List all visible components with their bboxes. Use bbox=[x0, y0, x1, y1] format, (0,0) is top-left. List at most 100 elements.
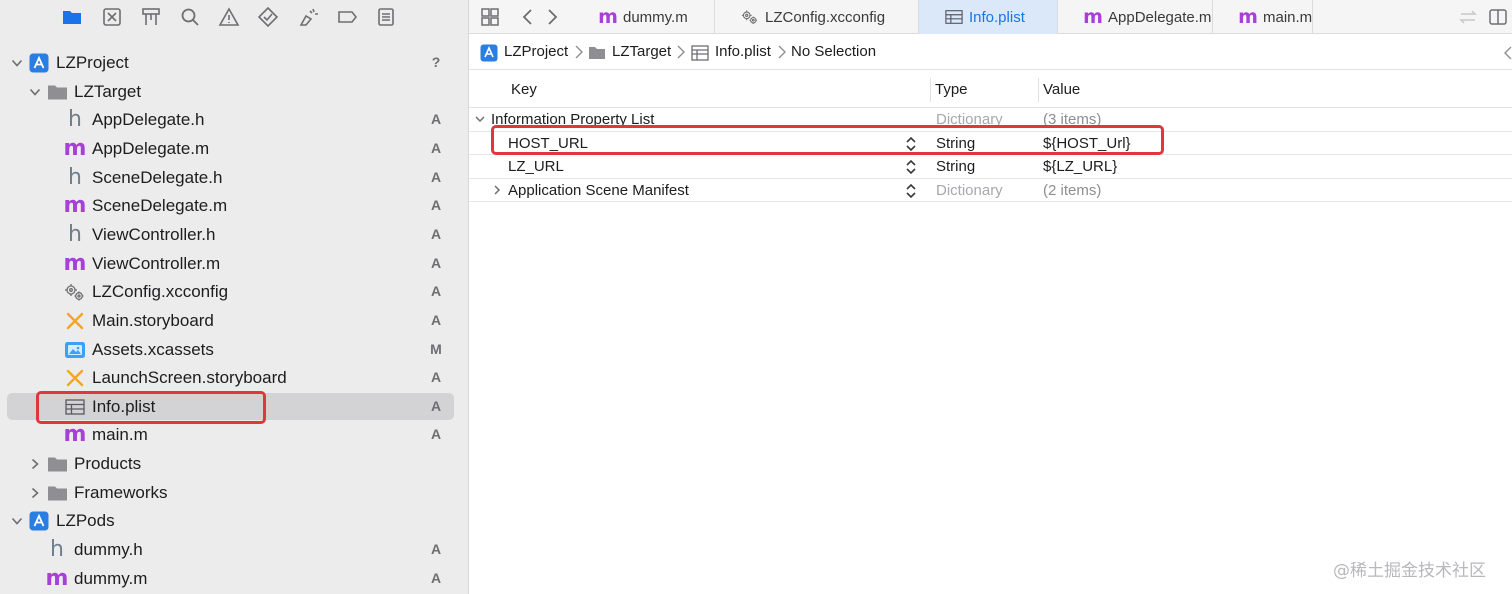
jump-bar: LZProject LZTarget Info.plist No Selecti… bbox=[469, 34, 1512, 70]
tree-item-label: LZTarget bbox=[74, 81, 142, 101]
report-icon[interactable] bbox=[375, 6, 397, 28]
column-value[interactable]: Value bbox=[1043, 81, 1080, 98]
xcode-window: LZProject? LZTarget h AppDelegate.h Am AppDel… bbox=[0, 0, 1512, 594]
tree-item-label: LZConfig.xcconfig bbox=[92, 282, 229, 302]
grid-icon[interactable] bbox=[479, 6, 501, 28]
watermark: @稀土掘金技术社区 bbox=[1333, 561, 1486, 581]
tree-item-main-storyboard[interactable]: Main.storyboard A bbox=[0, 306, 468, 335]
chevron-down-icon[interactable] bbox=[10, 514, 24, 528]
jumpbar-project[interactable]: LZProject bbox=[504, 42, 568, 62]
source-control-status: A bbox=[430, 197, 442, 214]
tree-item-lztarget[interactable]: LZTarget bbox=[0, 77, 468, 106]
plist-type[interactable]: String bbox=[936, 158, 975, 175]
forward-chevron-icon[interactable] bbox=[541, 6, 563, 28]
tree-item-label: dummy.m bbox=[74, 568, 148, 588]
search-icon[interactable] bbox=[179, 6, 201, 28]
storyboard-file-icon bbox=[64, 310, 86, 332]
source-control-status: A bbox=[430, 426, 442, 443]
folder-file-icon bbox=[46, 482, 68, 504]
column-divider[interactable] bbox=[1038, 78, 1039, 102]
tab-bar: m dummy.m LZConfig.xcconfig Info.plist m AppD… bbox=[469, 0, 1512, 34]
jumpbar-group[interactable]: LZTarget bbox=[612, 42, 671, 62]
editor-area: m dummy.m LZConfig.xcconfig Info.plist m AppD… bbox=[468, 0, 1512, 594]
tab-main-m[interactable]: m main.m bbox=[1213, 0, 1313, 34]
chevron-right-icon[interactable] bbox=[491, 184, 503, 196]
column-divider[interactable] bbox=[930, 78, 931, 102]
symbol-navigator-icon[interactable] bbox=[140, 6, 162, 28]
plist-type[interactable]: Dictionary bbox=[936, 182, 1003, 199]
chevron-left-icon[interactable] bbox=[1503, 45, 1512, 61]
split-arrows-icon[interactable] bbox=[1457, 6, 1479, 28]
back-chevron-icon[interactable] bbox=[517, 6, 539, 28]
source-control-status: A bbox=[430, 397, 442, 414]
column-type[interactable]: Type bbox=[935, 81, 968, 98]
tree-item-dummy-m[interactable]: m dummy.m A bbox=[0, 564, 468, 593]
debug-spray-icon[interactable] bbox=[297, 6, 319, 28]
chevron-down-icon[interactable] bbox=[28, 85, 42, 99]
chevron-down-icon[interactable] bbox=[474, 113, 486, 125]
plist-value[interactable]: (2 items) bbox=[1043, 182, 1101, 199]
plist-row-application-scene-manifest[interactable]: Application Scene Manifest Dictionary (2 i… bbox=[469, 179, 1512, 203]
host-url-highlight bbox=[491, 125, 1164, 155]
source-control-status: A bbox=[430, 369, 442, 386]
info-plist-highlight bbox=[36, 391, 266, 424]
test-diamond-icon[interactable] bbox=[257, 6, 279, 28]
type-stepper-icon[interactable] bbox=[904, 183, 918, 199]
tree-item-label: Main.storyboard bbox=[92, 310, 214, 330]
tree-item-label: dummy.h bbox=[74, 540, 143, 560]
plist-key[interactable]: Application Scene Manifest bbox=[508, 182, 689, 199]
tree-item-launchscreen-storyboard[interactable]: LaunchScreen.storyboard A bbox=[0, 363, 468, 392]
m-file-icon: m bbox=[45, 565, 69, 591]
jumpbar-file[interactable]: Info.plist bbox=[715, 42, 771, 62]
tab-lzconfig-xcconfig[interactable]: LZConfig.xcconfig bbox=[715, 0, 919, 34]
type-stepper-icon[interactable] bbox=[904, 159, 918, 175]
tree-item-lzpods[interactable]: LZPods bbox=[0, 506, 468, 535]
jumpbar-selection[interactable]: No Selection bbox=[791, 42, 876, 62]
tab-label: main.m bbox=[1263, 8, 1313, 26]
m-file-icon: m bbox=[1238, 6, 1258, 28]
tree-item-assets-xcassets[interactable]: Assets.xcassets M bbox=[0, 335, 468, 364]
tree-item-products[interactable]: Products bbox=[0, 449, 468, 478]
tree-item-lzconfig-xcconfig[interactable]: LZConfig.xcconfig A bbox=[0, 277, 468, 306]
tree-item-label: AppDelegate.m bbox=[92, 138, 210, 158]
project-file-icon bbox=[28, 510, 50, 532]
source-control-status: A bbox=[430, 168, 442, 185]
source-control-status: A bbox=[430, 569, 442, 586]
chevron-right-icon[interactable] bbox=[28, 486, 42, 500]
m-file-icon: m bbox=[598, 6, 618, 28]
tree-item-lzproject[interactable]: LZProject? bbox=[0, 48, 468, 77]
breakpoint-icon[interactable] bbox=[336, 6, 358, 28]
tree-item-dummy-h[interactable]: h dummy.h A bbox=[0, 535, 468, 564]
tree-item-scenedelegate-m[interactable]: m SceneDelegate.m A bbox=[0, 191, 468, 220]
m-file-icon: m bbox=[63, 193, 87, 219]
plist-header: Key Type Value bbox=[469, 70, 1512, 108]
tab-dummy-m[interactable]: m dummy.m bbox=[573, 0, 715, 34]
chevron-down-icon[interactable] bbox=[10, 56, 24, 70]
column-key[interactable]: Key bbox=[511, 81, 537, 98]
folder-icon[interactable] bbox=[61, 6, 83, 28]
m-file-icon: m bbox=[63, 422, 87, 448]
tree-item-main-m[interactable]: m main.m A bbox=[0, 420, 468, 449]
navigator-toolbar bbox=[0, 0, 468, 34]
plist-row-lz-url[interactable]: LZ_URL String ${LZ_URL} bbox=[469, 155, 1512, 179]
chevron-right-icon[interactable] bbox=[28, 457, 42, 471]
assets-file-icon bbox=[64, 339, 86, 361]
plist-value[interactable]: ${LZ_URL} bbox=[1043, 158, 1117, 175]
source-control-icon[interactable] bbox=[101, 6, 123, 28]
add-editor-icon[interactable] bbox=[1487, 6, 1509, 28]
tree-item-label: LaunchScreen.storyboard bbox=[92, 368, 287, 388]
tree-item-frameworks[interactable]: Frameworks bbox=[0, 478, 468, 507]
source-control-status: A bbox=[430, 111, 442, 128]
tab-info-plist[interactable]: Info.plist bbox=[919, 0, 1058, 34]
plist-key[interactable]: LZ_URL bbox=[508, 158, 564, 175]
h-file-icon: h bbox=[68, 221, 82, 247]
tree-item-viewcontroller-h[interactable]: h ViewController.h A bbox=[0, 220, 468, 249]
warning-icon[interactable] bbox=[218, 6, 240, 28]
tab-appdelegate-m[interactable]: m AppDelegate.m bbox=[1058, 0, 1213, 34]
tree-item-appdelegate-h[interactable]: h AppDelegate.h A bbox=[0, 105, 468, 134]
plist-icon bbox=[691, 44, 709, 62]
tree-item-appdelegate-m[interactable]: m AppDelegate.m A bbox=[0, 134, 468, 163]
tree-item-scenedelegate-h[interactable]: h SceneDelegate.h A bbox=[0, 163, 468, 192]
chevron-right-icon bbox=[777, 44, 787, 60]
tree-item-viewcontroller-m[interactable]: m ViewController.m A bbox=[0, 249, 468, 278]
